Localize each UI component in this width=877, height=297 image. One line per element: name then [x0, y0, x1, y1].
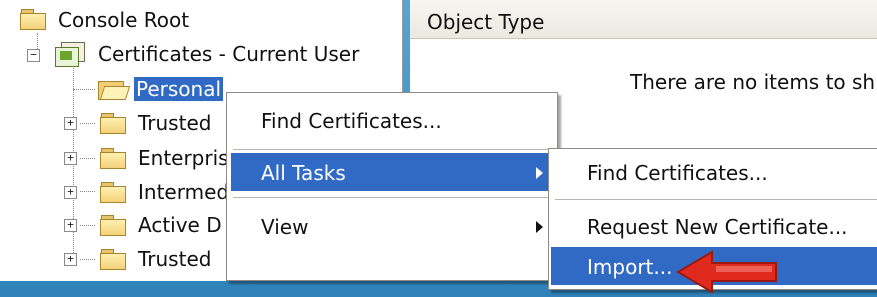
expand-icon[interactable]: + — [64, 219, 77, 232]
expand-icon[interactable]: + — [64, 117, 77, 130]
tree-item-trusted-2[interactable]: Trusted — [138, 247, 211, 271]
expand-icon[interactable]: + — [64, 253, 77, 266]
menu-item-label: Find Certificates... — [587, 161, 768, 185]
tree-item-certificates-current-user[interactable]: Certificates - Current User — [98, 42, 359, 66]
folder-icon — [100, 249, 126, 270]
menu-item-find-certificates[interactable]: Find Certificates... — [231, 101, 553, 139]
open-folder-icon — [98, 78, 131, 100]
submenu-arrow-icon — [536, 221, 543, 233]
tree-item-active-directory[interactable]: Active D — [138, 213, 222, 237]
tree-item-console-root[interactable]: Console Root — [58, 8, 189, 32]
menu-item-all-tasks[interactable]: All Tasks — [231, 153, 553, 191]
submenu-item-find-certificates[interactable]: Find Certificates... — [553, 153, 877, 191]
tree-item-personal[interactable]: Personal — [134, 77, 224, 101]
menu-item-view[interactable]: View — [231, 207, 553, 245]
folder-icon — [100, 148, 126, 169]
menu-item-label: All Tasks — [261, 161, 346, 185]
tree-item-enterprise[interactable]: Enterpris — [138, 146, 229, 170]
certificates-store-icon — [55, 42, 85, 67]
annotation-arrow-icon — [676, 250, 777, 294]
expand-icon[interactable]: + — [64, 186, 77, 199]
folder-icon — [100, 182, 126, 203]
menu-item-label: View — [261, 215, 309, 239]
expand-icon[interactable]: + — [64, 152, 77, 165]
menu-separator — [233, 149, 551, 150]
menu-item-label: Import... — [587, 255, 673, 279]
console-root-folder-icon — [20, 9, 46, 30]
submenu-item-request-new-certificate[interactable]: Request New Certificate... — [553, 207, 877, 245]
menu-separator — [555, 199, 877, 200]
menu-item-label: Request New Certificate... — [587, 215, 848, 239]
context-menu[interactable]: Find Certificates... All Tasks View — [226, 92, 558, 281]
folder-icon — [100, 113, 126, 134]
column-header-label: Object Type — [427, 10, 545, 34]
empty-list-message: There are no items to sh — [630, 70, 876, 94]
collapse-icon[interactable]: − — [27, 49, 40, 62]
menu-separator — [233, 197, 551, 198]
tree-item-trusted[interactable]: Trusted — [138, 111, 211, 135]
column-header-object-type[interactable]: Object Type — [410, 0, 877, 39]
menu-item-label: Find Certificates... — [261, 109, 442, 133]
submenu-arrow-icon — [536, 167, 543, 179]
folder-icon — [100, 215, 126, 236]
tree-item-intermediate[interactable]: Intermed — [138, 180, 229, 204]
